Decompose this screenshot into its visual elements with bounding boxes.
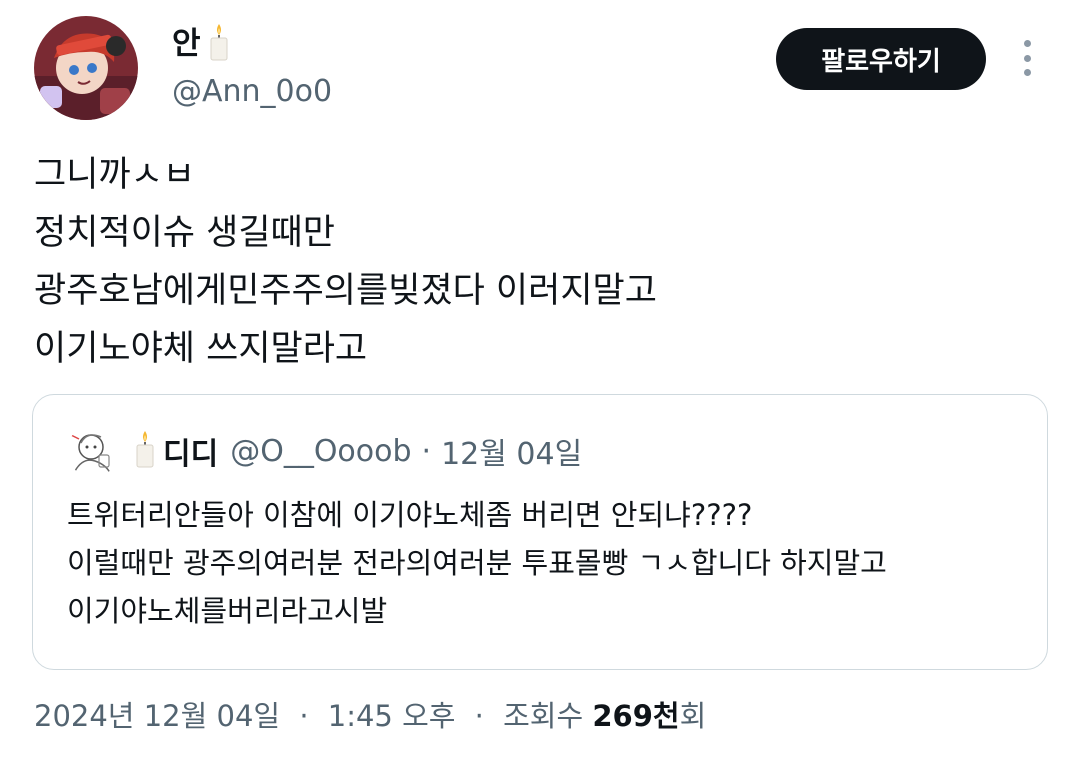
candle-icon [207, 22, 231, 66]
author-handle[interactable]: @Ann_0o0 [172, 70, 332, 114]
quoted-author-handle[interactable]: @O__Oooob [230, 434, 411, 469]
tweet-text-line: 그니까ㅅㅂ [34, 155, 196, 195]
tweet-meta: 2024년 12월 04일 · 1:45 오후 · 조회수 269천회 [34, 692, 706, 740]
tweet-detail: 안 @Ann_0o0 팔로우하기 그니까ㅅㅂ 정치적이슈 생길때만 광주호남에게… [0, 0, 1080, 760]
quoted-text-line: 이럴때만 광주의여러분 전라의여러분 투표몰빵 ㄱㅅ합니다 하지말고 [67, 546, 887, 580]
candle-icon [133, 429, 157, 473]
quoted-avatar-illustration [67, 425, 119, 477]
views-label: 조회수 [503, 699, 584, 733]
views-suffix: 회 [679, 699, 707, 733]
tweet-time[interactable]: 1:45 오후 [328, 699, 456, 733]
views-count[interactable]: 269천 [592, 699, 679, 733]
separator-dot: · [474, 699, 484, 733]
quoted-author-name[interactable]: 디디 [163, 429, 218, 473]
avatar-illustration [34, 16, 138, 120]
tweet-text: 그니까ㅅㅂ 정치적이슈 생길때만 광주호남에게민주주의를빚졌다 이러지말고 이기… [34, 146, 1034, 378]
more-dot [1023, 40, 1031, 47]
follow-button[interactable]: 팔로우하기 [776, 28, 986, 90]
quoted-text-line: 트위터리안들아 이참에 이기야노체좀 버리면 안되냐???? [67, 498, 753, 532]
quoted-tweet-text: 트위터리안들아 이참에 이기야노체좀 버리면 안되냐???? 이럴때만 광주의여… [67, 491, 887, 635]
quoted-tweet-header: 디디 @O__Oooob · 12월 04일 [67, 425, 582, 477]
quoted-author-avatar[interactable] [67, 425, 119, 477]
separator-dot: · [421, 433, 432, 469]
quoted-tweet-date[interactable]: 12월 04일 [441, 429, 582, 473]
more-vertical-icon[interactable] [1012, 40, 1042, 76]
quoted-text-line: 이기야노체를버리라고시발 [67, 594, 388, 628]
quoted-tweet-card[interactable]: 디디 @O__Oooob · 12월 04일 트위터리안들아 이참에 이기야노체… [32, 394, 1048, 670]
tweet-text-line: 정치적이슈 생길때만 [34, 213, 335, 253]
author-info: 안 @Ann_0o0 [172, 22, 332, 114]
more-dot [1023, 54, 1031, 62]
tweet-date[interactable]: 2024년 12월 04일 [34, 699, 280, 733]
more-dot [1023, 69, 1031, 76]
display-name-row[interactable]: 안 [172, 22, 332, 66]
author-avatar[interactable] [34, 16, 138, 120]
tweet-text-line: 이기노야체 쓰지말라고 [34, 329, 368, 369]
tweet-text-line: 광주호남에게민주주의를빚졌다 이러지말고 [34, 271, 657, 311]
author-display-name[interactable]: 안 [172, 22, 201, 66]
separator-dot: · [299, 699, 309, 733]
